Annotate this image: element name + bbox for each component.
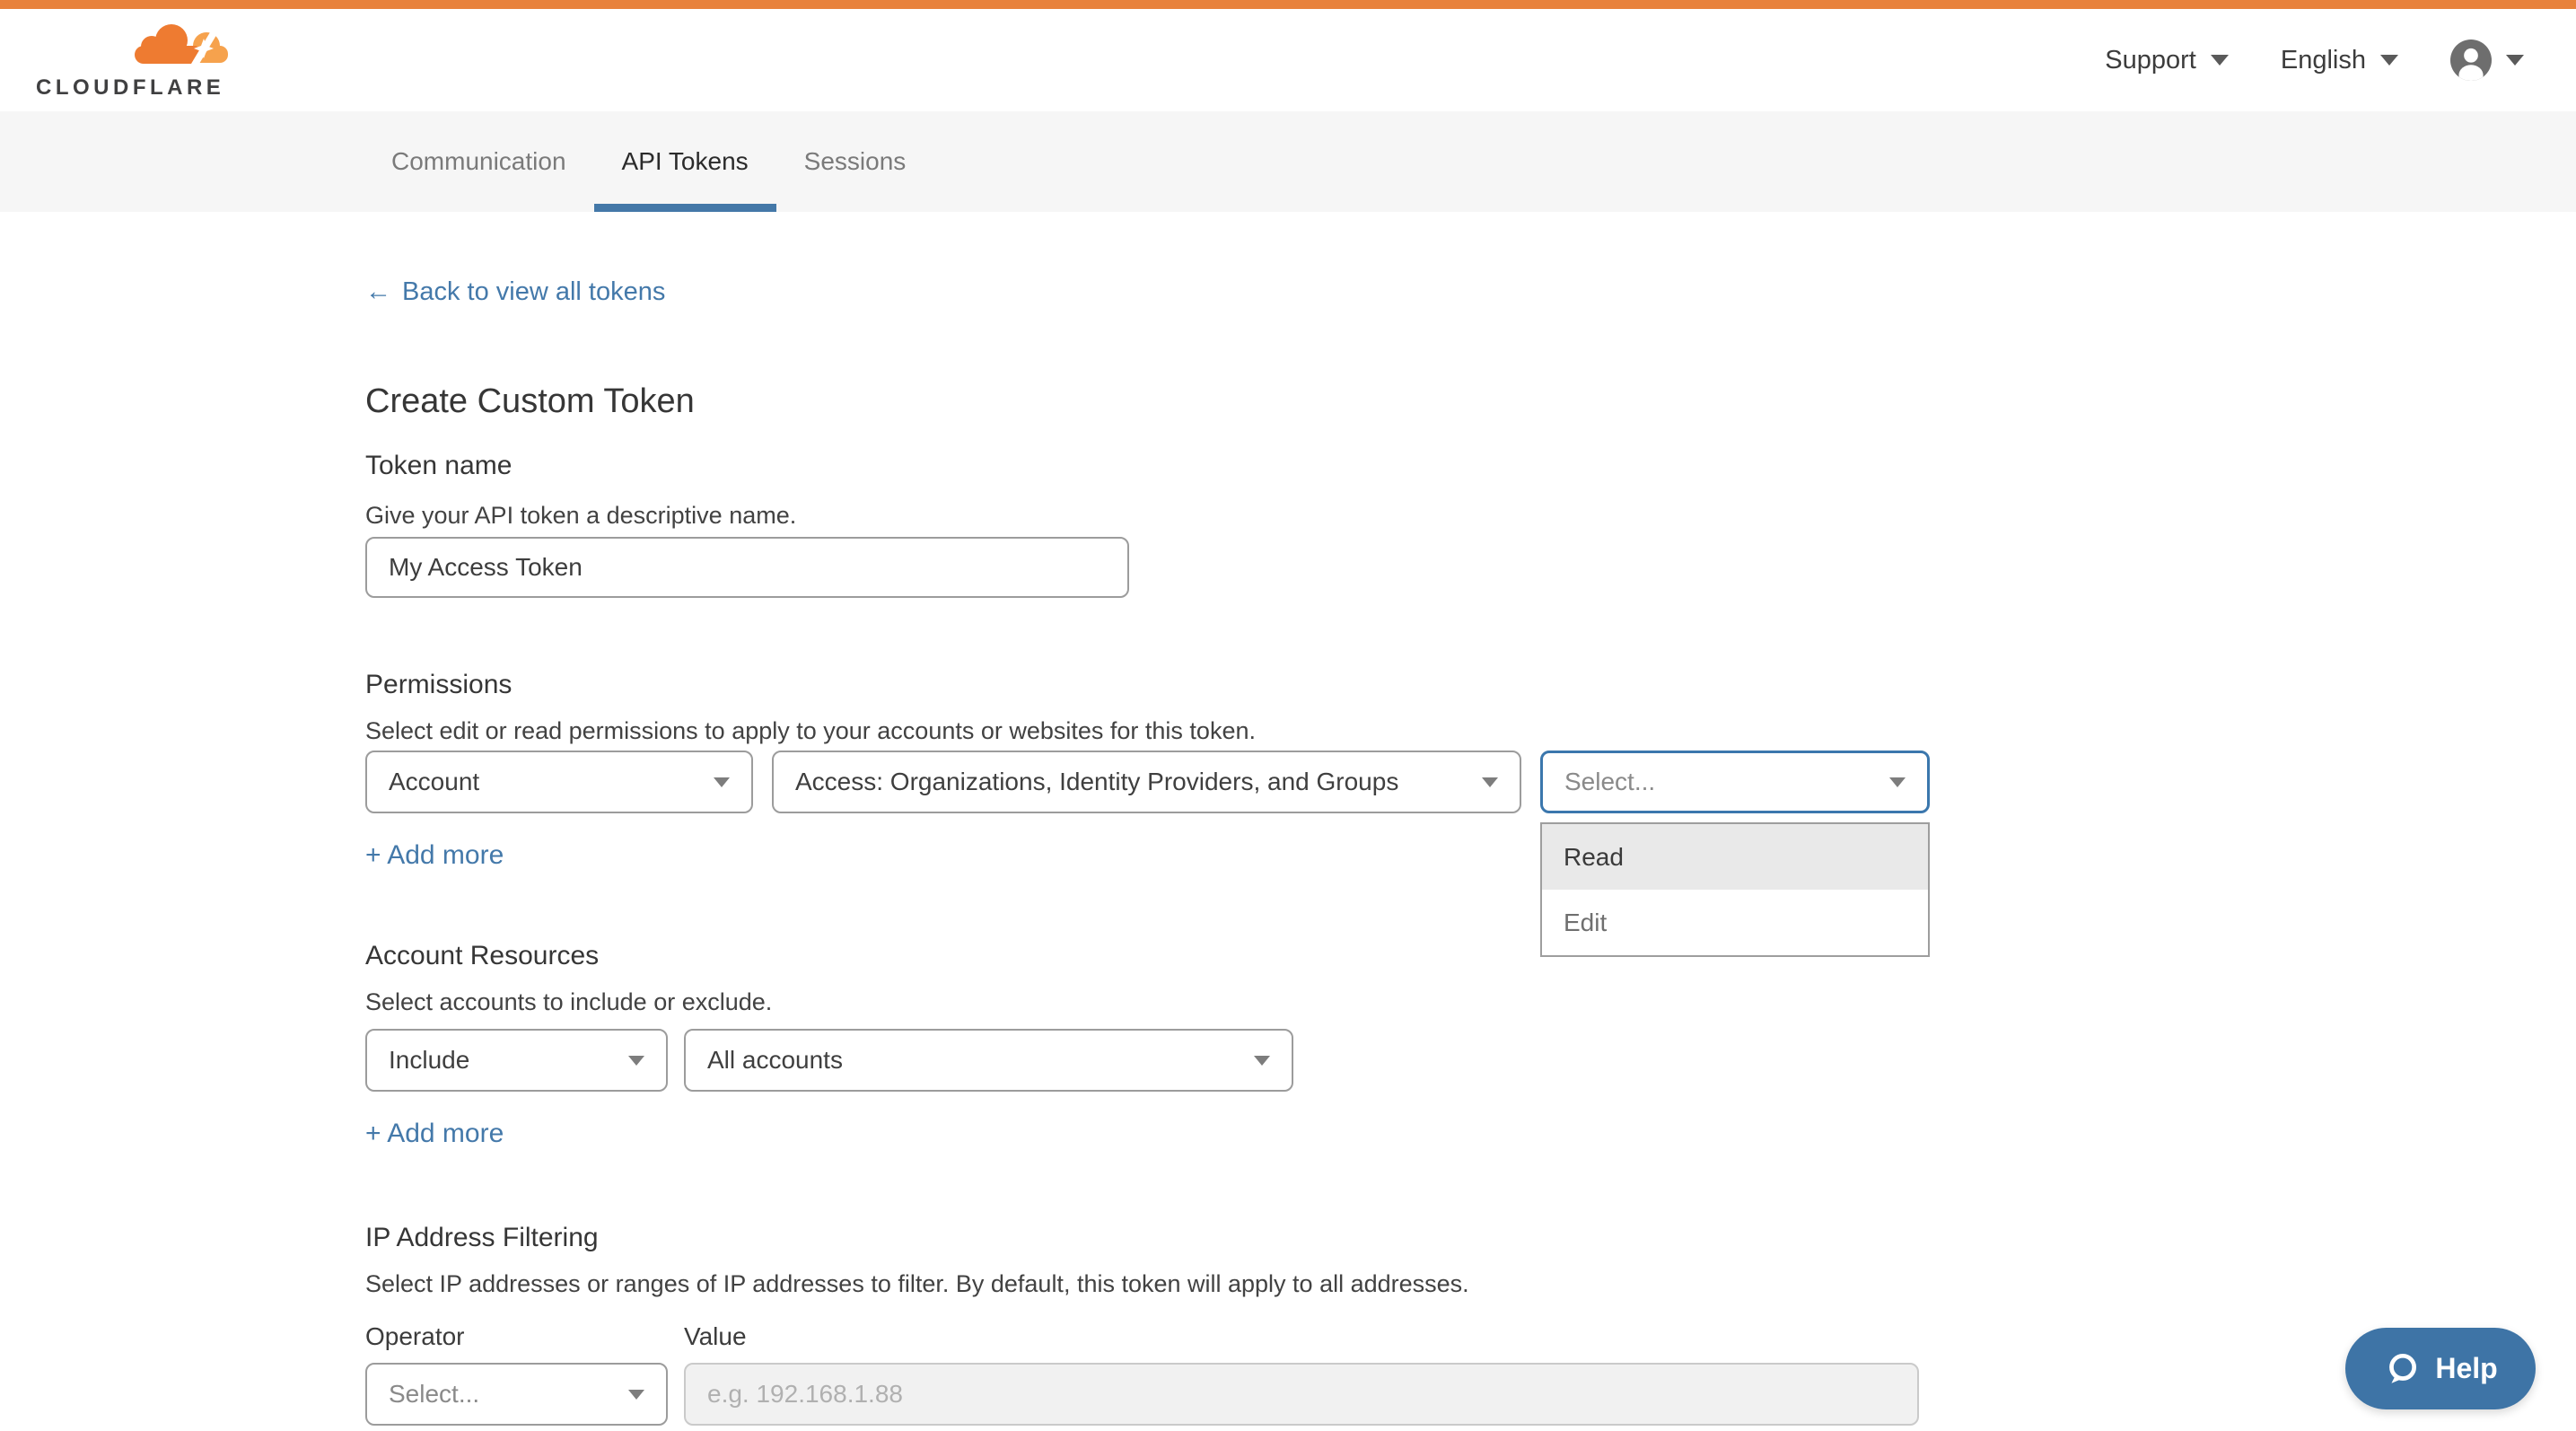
tab-label: API Tokens [622,147,749,176]
value-label: Value [684,1321,747,1352]
chevron-down-icon [1889,777,1906,787]
cloudflare-logo[interactable]: CLOUDFLARE [36,16,232,104]
dropdown-option-edit[interactable]: Edit [1542,890,1928,955]
permission-access-select-wrap: Select... Read Edit [1540,751,1930,813]
permission-access-select[interactable]: Select... [1540,751,1930,813]
operator-label: Operator [365,1321,684,1352]
ip-filtering-row: Select... [365,1363,2576,1426]
ip-value-input[interactable] [684,1363,1919,1426]
ip-filtering-heading: IP Address Filtering [365,1221,2576,1255]
access-dropdown-menu: Read Edit [1540,822,1930,957]
tab-sessions[interactable]: Sessions [776,111,934,212]
permissions-add-more-link[interactable]: + Add more [365,838,504,873]
support-menu[interactable]: Support [2105,46,2229,75]
page-title: Create Custom Token [365,381,2576,422]
permissions-heading: Permissions [365,668,2576,702]
chevron-down-icon [1482,777,1498,787]
resource-target-select[interactable]: All accounts [684,1029,1293,1092]
chat-bubble-icon [2383,1350,2421,1388]
language-label: English [2281,46,2366,75]
ip-filtering-labels: Operator Value [365,1321,2576,1352]
token-name-heading: Token name [365,449,2576,483]
ip-filtering-description: Select IP addresses or ranges of IP addr… [365,1268,2576,1300]
resource-mode-select[interactable]: Include [365,1029,668,1092]
permissions-description: Select edit or read permissions to apply… [365,715,2576,747]
chevron-down-icon [628,1056,644,1066]
header: CLOUDFLARE Support English [0,9,2576,111]
chevron-down-icon [1254,1056,1270,1066]
ip-operator-placeholder: Select... [389,1380,479,1409]
permissions-row: Account Access: Organizations, Identity … [365,751,2576,813]
tab-api-tokens[interactable]: API Tokens [594,111,776,212]
top-accent-bar [0,0,2576,9]
token-name-description: Give your API token a descriptive name. [365,499,2576,531]
help-button[interactable]: Help [2345,1328,2536,1409]
permission-access-placeholder: Select... [1564,768,1655,796]
profile-menu[interactable] [2450,40,2524,81]
account-resources-row: Include All accounts [365,1029,2576,1092]
dropdown-option-read[interactable]: Read [1542,824,1928,890]
account-resources-description: Select accounts to include or exclude. [365,986,2576,1018]
chevron-down-icon [628,1390,644,1400]
account-resources-add-more-link[interactable]: + Add more [365,1117,504,1151]
account-resources-heading: Account Resources [365,939,2576,973]
resource-mode-value: Include [389,1046,469,1075]
user-avatar-icon [2450,40,2492,81]
chevron-down-icon [714,777,730,787]
tab-label: Sessions [804,147,907,176]
cloudflare-cloud-icon [127,22,232,72]
resource-target-value: All accounts [707,1046,843,1075]
permission-resource-select[interactable]: Access: Organizations, Identity Provider… [772,751,1521,813]
support-label: Support [2105,46,2196,75]
chevron-down-icon [2211,55,2229,66]
cloudflare-wordmark: CLOUDFLARE [36,75,224,101]
main-content: ← Back to view all tokens Create Custom … [0,212,2576,1426]
permission-scope-value: Account [389,768,479,796]
chevron-down-icon [2506,55,2524,66]
ip-operator-select[interactable]: Select... [365,1363,668,1426]
tab-bar: Communication API Tokens Sessions [0,111,2576,212]
header-right: Support English [2105,40,2524,81]
left-arrow-icon: ← [365,275,391,309]
tab-label: Communication [391,147,566,176]
back-link-label: Back to view all tokens [402,275,665,309]
tab-communication[interactable]: Communication [364,111,594,212]
chevron-down-icon [2380,55,2398,66]
back-to-tokens-link[interactable]: ← Back to view all tokens [365,275,665,309]
permission-resource-value: Access: Organizations, Identity Provider… [795,768,1398,796]
token-name-input[interactable] [365,537,1129,598]
permission-scope-select[interactable]: Account [365,751,753,813]
language-menu[interactable]: English [2281,46,2398,75]
help-button-label: Help [2435,1352,2497,1385]
